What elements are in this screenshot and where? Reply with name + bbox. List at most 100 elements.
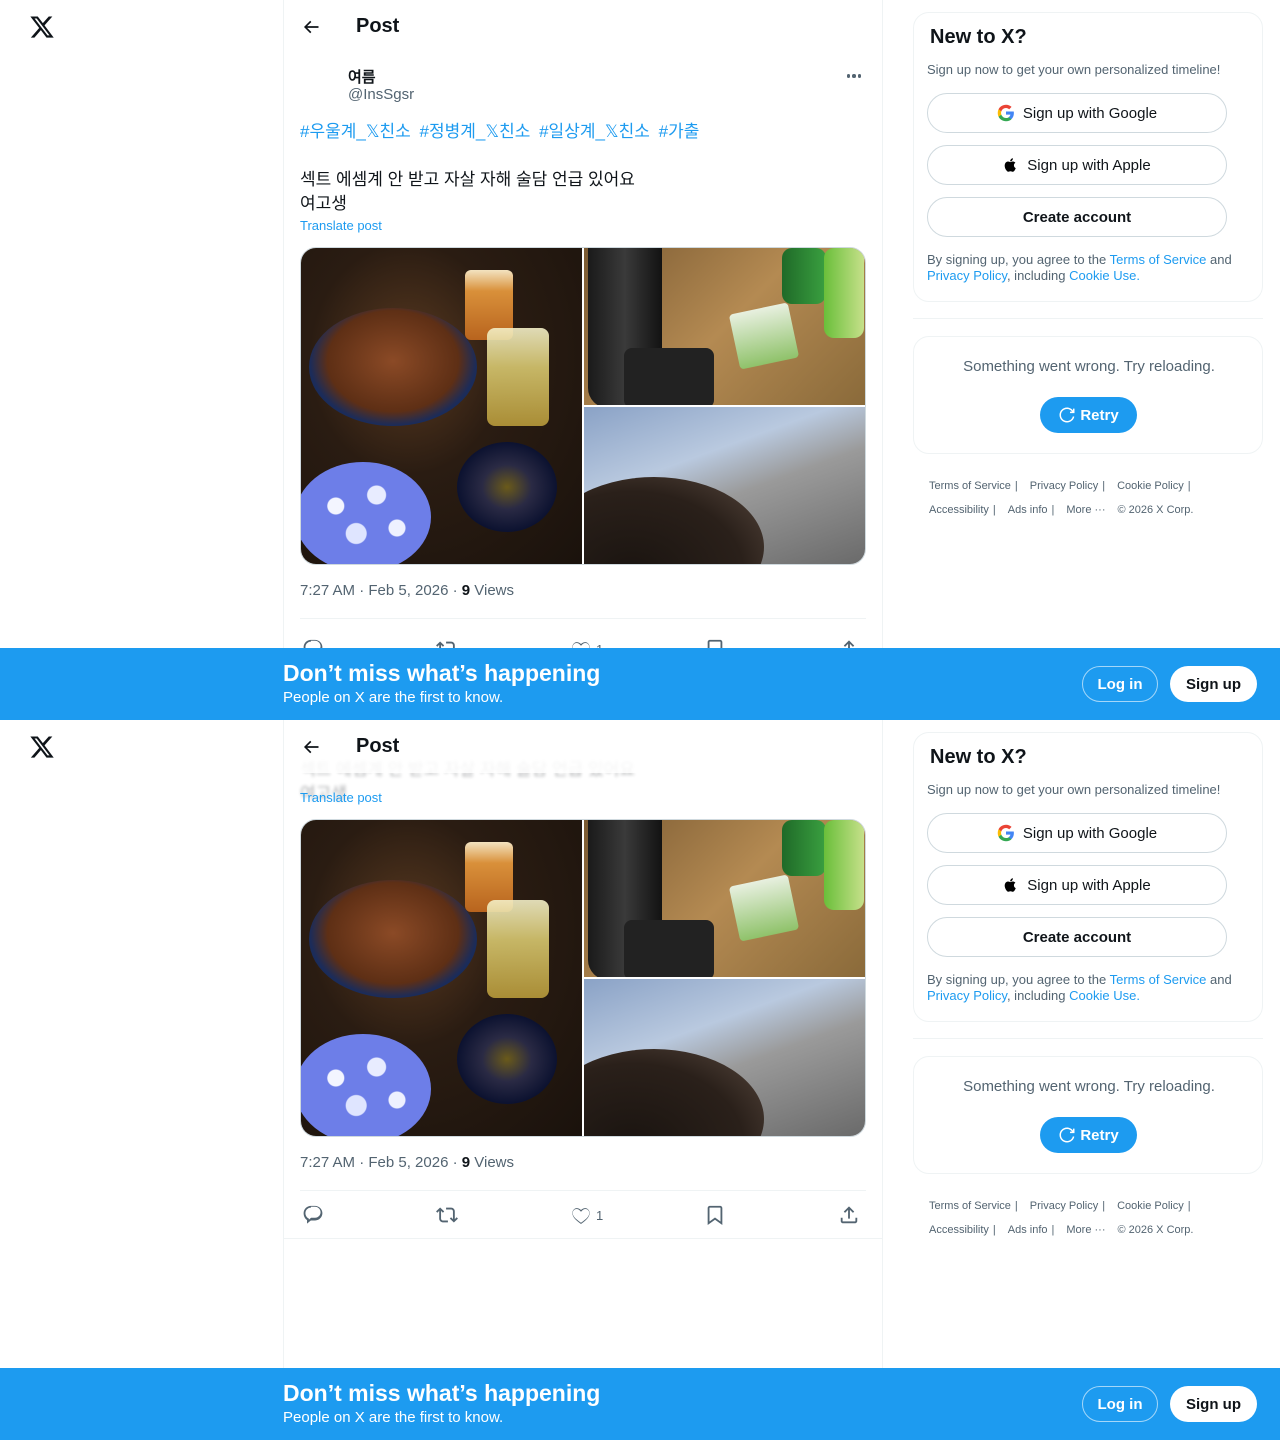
- hashtag-link[interactable]: #정병계_𝕏친소: [420, 122, 531, 141]
- translate-post-link[interactable]: Translate post: [300, 218, 382, 233]
- divider: [300, 1190, 866, 1191]
- privacy-policy-link[interactable]: Privacy Policy: [927, 268, 1007, 283]
- author-display-name[interactable]: 여름: [348, 66, 376, 87]
- footer-ads-link[interactable]: Ads info: [1008, 1218, 1048, 1242]
- footer-more-link[interactable]: More ···: [1066, 1218, 1105, 1242]
- views-count: 9: [461, 582, 471, 599]
- like-count: 1: [596, 1207, 604, 1223]
- terms-text: and: [1206, 972, 1232, 987]
- signup-title: New to X?: [930, 746, 1027, 768]
- error-message: Something went wrong. Try reloading.: [963, 1078, 1215, 1095]
- hashtag-link[interactable]: #일상계_𝕏친소: [539, 122, 650, 141]
- signup-banner: Don’t miss what’s happening People on X …: [0, 648, 1280, 720]
- primary-column: 여름 @InsSgsr #우울계_𝕏친소 #정병계_𝕏친소 #일상계_𝕏친소 #…: [283, 0, 883, 720]
- google-signup-button[interactable]: Sign up with Google: [927, 813, 1227, 853]
- reply-button[interactable]: [302, 1198, 324, 1232]
- apple-signup-label: Sign up with Apple: [1027, 156, 1151, 174]
- media-photo-table[interactable]: [584, 820, 865, 977]
- google-signup-label: Sign up with Google: [1022, 104, 1158, 122]
- media-photo-table[interactable]: [584, 248, 865, 405]
- terms-text: .: [1136, 268, 1140, 283]
- viewport-frame-top: 여름 @InsSgsr #우울계_𝕏친소 #정병계_𝕏친소 #일상계_𝕏친소 #…: [0, 0, 1280, 720]
- footer-privacy-link[interactable]: Privacy Policy: [1030, 474, 1098, 498]
- login-button[interactable]: Log in: [1082, 666, 1158, 702]
- footer-cookie-link[interactable]: Cookie Policy: [1117, 1194, 1184, 1218]
- apple-signup-button[interactable]: Sign up with Apple: [927, 865, 1227, 905]
- hashtag-link[interactable]: #가출: [659, 122, 700, 141]
- media-photo-food[interactable]: [301, 248, 582, 564]
- views-count: 9: [461, 1154, 471, 1171]
- copyright: © 2026 X Corp.: [1117, 1224, 1194, 1236]
- error-card: Something went wrong. Try reloading. Ret…: [913, 336, 1263, 454]
- footer-links: Terms of Service | Privacy Policy | Cookie P…: [929, 474, 1249, 522]
- hashtag-link[interactable]: #우울계_𝕏친소: [300, 122, 411, 141]
- x-logo-icon[interactable]: [29, 734, 55, 760]
- cookie-use-link[interactable]: Cookie Use: [1069, 988, 1136, 1003]
- refresh-icon: [1059, 1127, 1075, 1143]
- terms-of-service-link[interactable]: Terms of Service: [1110, 972, 1207, 987]
- post-media-grid: [300, 819, 866, 1137]
- google-signup-button[interactable]: Sign up with Google: [927, 93, 1227, 133]
- footer-cookie-link[interactable]: Cookie Policy: [1117, 474, 1184, 498]
- banner-title: Don’t miss what’s happening: [283, 660, 601, 686]
- apple-icon: [1003, 156, 1019, 174]
- terms-text: .: [1136, 988, 1140, 1003]
- page-title: Post: [356, 735, 400, 757]
- footer-privacy-link[interactable]: Privacy Policy: [1030, 1194, 1098, 1218]
- back-button[interactable]: [293, 729, 329, 765]
- retry-button[interactable]: Retry: [1040, 1117, 1137, 1153]
- post-time[interactable]: 7:27 AM · Feb 5, 2026 ·: [300, 1154, 462, 1171]
- footer-ads-link[interactable]: Ads info: [1008, 498, 1048, 522]
- divider: [913, 1038, 1263, 1039]
- google-icon: [997, 104, 1015, 122]
- reply-icon: [303, 1205, 323, 1224]
- author-handle[interactable]: @InsSgsr: [348, 86, 414, 103]
- divider: [300, 618, 866, 619]
- create-account-button[interactable]: Create account: [927, 197, 1227, 237]
- post-time[interactable]: 7:27 AM · Feb 5, 2026 ·: [300, 582, 462, 599]
- primary-column: 섹트 에셈계 안 받고 자살 자해 술담 언급 있어요 여고생 Translat…: [283, 720, 883, 1440]
- heart-icon: [572, 1208, 590, 1224]
- share-button[interactable]: [838, 1198, 860, 1232]
- x-logo-icon[interactable]: [29, 14, 55, 40]
- divider: [913, 318, 1263, 319]
- apple-icon: [1003, 876, 1019, 894]
- viewport-frame-scrolled: 섹트 에셈계 안 받고 자살 자해 술담 언급 있어요 여고생 Translat…: [0, 720, 1280, 1440]
- footer-terms-link[interactable]: Terms of Service: [929, 474, 1011, 498]
- more-options-icon[interactable]: [842, 64, 866, 88]
- post-actions-bar: 1: [300, 1198, 866, 1234]
- footer-accessibility-link[interactable]: Accessibility: [929, 498, 989, 522]
- signup-card: New to X? Sign up now to get your own pe…: [913, 732, 1263, 1022]
- login-button[interactable]: Log in: [1082, 1386, 1158, 1422]
- footer-more-link[interactable]: More ···: [1066, 498, 1105, 522]
- signup-subtitle: Sign up now to get your own personalized…: [927, 62, 1221, 77]
- translate-post-link[interactable]: Translate post: [300, 790, 382, 805]
- signup-button[interactable]: Sign up: [1170, 1386, 1257, 1422]
- media-photo-food[interactable]: [301, 820, 582, 1136]
- error-card: Something went wrong. Try reloading. Ret…: [913, 1056, 1263, 1174]
- apple-signup-label: Sign up with Apple: [1027, 876, 1151, 894]
- like-button[interactable]: 1: [570, 1198, 603, 1232]
- repost-button[interactable]: [436, 1198, 458, 1232]
- create-account-button[interactable]: Create account: [927, 917, 1227, 957]
- post-author-row: 여름 @InsSgsr: [300, 64, 866, 108]
- signup-button[interactable]: Sign up: [1170, 666, 1257, 702]
- terms-of-service-link[interactable]: Terms of Service: [1110, 252, 1207, 267]
- bookmark-button[interactable]: [704, 1198, 726, 1232]
- cookie-use-link[interactable]: Cookie Use: [1069, 268, 1136, 283]
- arrow-left-icon: [303, 20, 319, 33]
- signup-terms: By signing up, you agree to the Terms of…: [927, 972, 1252, 1004]
- media-photo-hair[interactable]: [584, 979, 865, 1136]
- retry-label: Retry: [1080, 1126, 1119, 1144]
- avatar[interactable]: [300, 64, 340, 104]
- media-photo-hair[interactable]: [584, 407, 865, 564]
- apple-signup-button[interactable]: Sign up with Apple: [927, 145, 1227, 185]
- footer-terms-link[interactable]: Terms of Service: [929, 1194, 1011, 1218]
- post-timestamp-views: 7:27 AM · Feb 5, 2026 · 9 Views: [300, 582, 514, 599]
- refresh-icon: [1059, 407, 1075, 423]
- privacy-policy-link[interactable]: Privacy Policy: [927, 988, 1007, 1003]
- retry-button[interactable]: Retry: [1040, 397, 1137, 433]
- error-message: Something went wrong. Try reloading.: [963, 358, 1215, 375]
- back-button[interactable]: [293, 9, 329, 45]
- footer-accessibility-link[interactable]: Accessibility: [929, 1218, 989, 1242]
